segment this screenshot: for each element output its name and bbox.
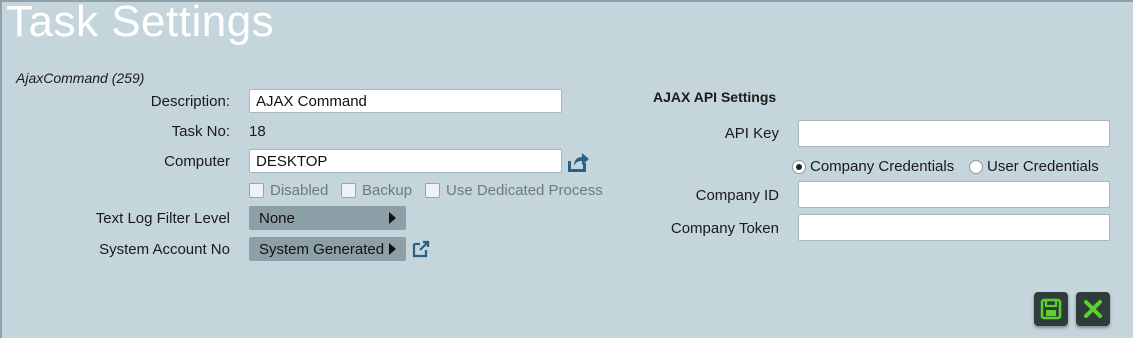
task-subtitle: AjaxCommand (259) [16,70,145,86]
user-credentials-radio[interactable]: User Credentials [969,158,1099,175]
close-icon [1084,300,1102,318]
page-title: Task Settings [6,0,275,46]
company-id-label: Company ID [695,187,779,204]
account-label: System Account No [99,241,230,258]
computer-input[interactable] [249,149,562,173]
backup-checkbox[interactable]: Backup [341,182,412,199]
company-credentials-radio[interactable]: Company Credentials [792,158,954,175]
computer-label: Computer [164,153,230,170]
backup-label: Backup [362,182,413,199]
caret-right-icon [389,212,396,224]
user-credentials-label: User Credentials [987,158,1099,175]
log-level-label: Text Log Filter Level [95,210,230,227]
company-id-input[interactable] [798,181,1110,208]
account-value: System Generated [259,240,385,258]
company-credentials-label: Company Credentials [810,158,955,175]
cancel-button[interactable] [1076,292,1110,326]
checkbox-box[interactable] [425,183,440,198]
dedicated-process-checkbox[interactable]: Use Dedicated Process [425,182,603,199]
log-level-value: None [259,209,295,227]
log-level-select[interactable]: None [249,206,406,230]
save-button[interactable] [1034,292,1068,326]
taskno-label: Task No: [171,123,230,140]
dedicated-process-label: Use Dedicated Process [446,182,603,199]
share-export-icon[interactable] [566,149,590,174]
account-select[interactable]: System Generated [249,237,406,261]
taskno-value: 18 [249,123,266,140]
api-settings-heading: AJAX API Settings [653,89,777,105]
company-token-label: Company Token [670,220,779,237]
radio-selected[interactable] [792,159,806,174]
company-token-input[interactable] [798,214,1110,241]
description-label: Description: [150,93,230,110]
description-input[interactable] [249,89,562,113]
apikey-input[interactable] [798,120,1110,147]
disabled-checkbox[interactable]: Disabled [249,182,328,199]
checkbox-box[interactable] [341,183,356,198]
external-link-icon[interactable] [411,239,431,259]
checkbox-box[interactable] [249,183,264,198]
apikey-label: API Key [724,125,779,142]
caret-right-icon [389,243,396,255]
save-icon [1040,298,1062,320]
radio-unselected[interactable] [969,159,983,174]
disabled-label: Disabled [270,182,329,199]
